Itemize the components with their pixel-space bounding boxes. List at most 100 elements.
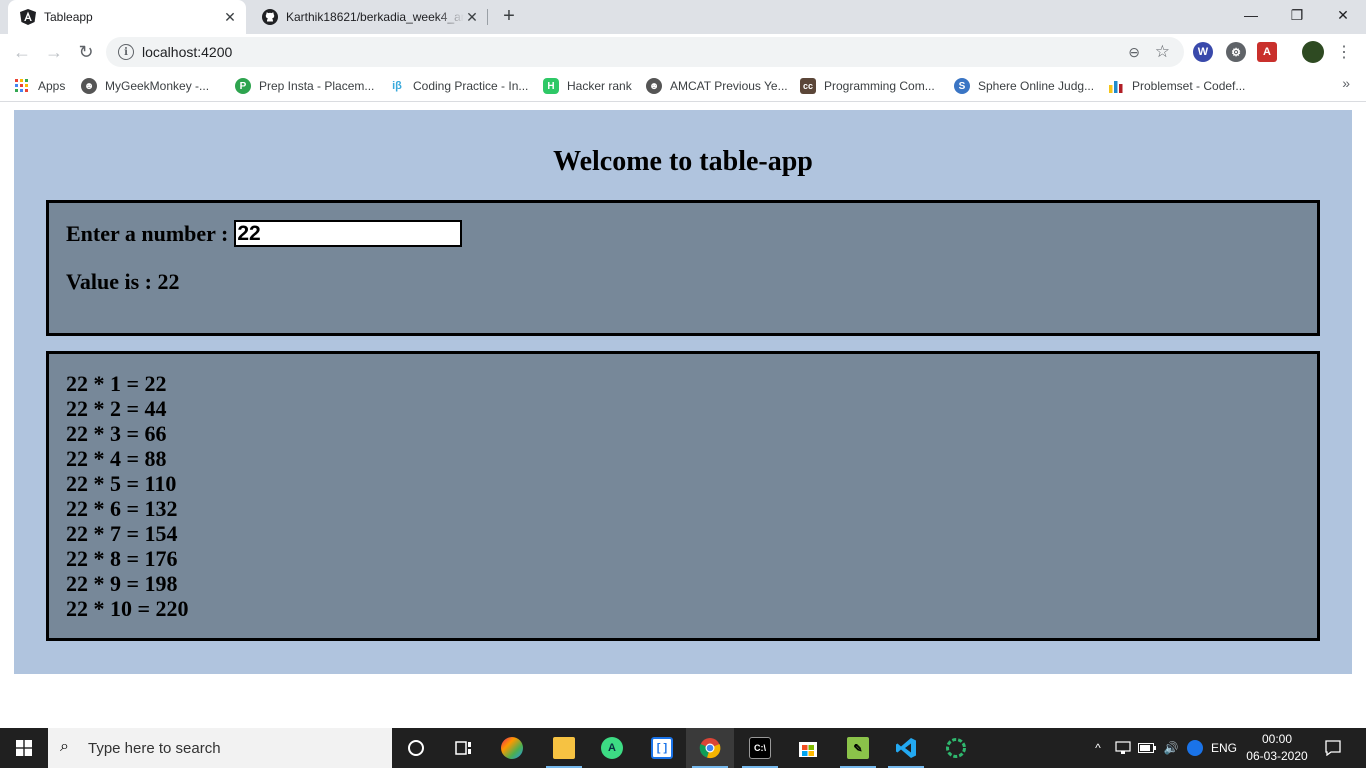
spoj-icon: S xyxy=(954,78,970,94)
table-row: 22 * 4 = 88 xyxy=(66,446,167,471)
tab-github[interactable]: Karthik18621/berkadia_week4_an ✕ xyxy=(250,0,488,34)
bookmarks-bar: Apps ☻ MyGeekMonkey -... P Prep Insta - … xyxy=(0,70,1366,102)
new-tab-button[interactable]: + xyxy=(498,6,520,28)
chrome-icon[interactable] xyxy=(686,728,734,768)
profile-avatar[interactable] xyxy=(1302,41,1324,63)
show-hidden-icons-button[interactable]: ^ xyxy=(1088,728,1108,768)
more-bookmarks-button[interactable]: » xyxy=(1342,75,1350,91)
taskbar-search-box[interactable]: ⌕ Type here to search xyxy=(48,728,392,768)
bookmark-coding-practice[interactable]: iβ Coding Practice - In... xyxy=(389,76,528,96)
language-indicator[interactable]: ENG xyxy=(1208,728,1240,768)
bookmark-label: Prep Insta - Placem... xyxy=(259,79,375,93)
vpn-app-icon[interactable]: [ ] xyxy=(638,728,686,768)
input-panel: Enter a number : Value is : 22 xyxy=(46,200,1320,336)
reload-button[interactable]: ↻ xyxy=(74,40,98,64)
minimize-button[interactable]: — xyxy=(1228,0,1274,30)
url-text[interactable]: localhost:4200 xyxy=(142,44,232,60)
back-button[interactable]: ← xyxy=(10,40,34,64)
bookmark-label: AMCAT Previous Ye... xyxy=(670,79,788,93)
bookmark-prepinsta[interactable]: P Prep Insta - Placem... xyxy=(235,76,374,96)
bookmark-codechef[interactable]: cc Programming Com... xyxy=(800,76,935,96)
bookmark-label: Problemset - Codef... xyxy=(1132,79,1246,93)
onedrive-icon[interactable] xyxy=(1184,728,1206,768)
browser-tab-strip: Tableapp ✕ Karthik18621/berkadia_week4_a… xyxy=(0,0,1366,34)
bookmark-label: Coding Practice - In... xyxy=(413,79,529,93)
tab-title: Tableapp xyxy=(44,10,93,24)
table-row: 22 * 6 = 132 xyxy=(66,496,178,521)
clock[interactable]: 00:00 06-03-2020 xyxy=(1244,731,1310,765)
table-row: 22 * 10 = 220 xyxy=(66,596,189,621)
info-icon[interactable]: i xyxy=(118,44,134,60)
page-title: Welcome to table-app xyxy=(553,146,813,177)
bookmark-hackerrank[interactable]: H Hacker rank xyxy=(543,76,632,96)
bookmark-label: MyGeekMonkey -... xyxy=(105,79,210,93)
close-window-button[interactable]: ✕ xyxy=(1320,0,1366,30)
close-tab-icon[interactable]: ✕ xyxy=(464,9,480,25)
app-page: Welcome to table-app Enter a number : Va… xyxy=(14,110,1352,674)
multiplication-table-panel: 22 * 1 = 22 22 * 2 = 44 22 * 3 = 66 22 * 4 … xyxy=(46,351,1320,641)
windows-taskbar: ⌕ Type here to search A [ ] C:\ ✎ ^ 🔊 EN… xyxy=(0,728,1366,768)
bookmark-apps[interactable]: Apps xyxy=(14,76,65,96)
menu-icon[interactable]: ⋮ xyxy=(1332,40,1356,64)
bookmark-star-icon[interactable]: ☆ xyxy=(1155,42,1170,62)
zoom-icon[interactable]: ⊖ xyxy=(1128,44,1140,61)
number-input[interactable] xyxy=(234,220,463,247)
bookmark-label: Hacker rank xyxy=(567,79,632,93)
clock-time: 00:00 xyxy=(1261,732,1293,746)
tab-tableapp[interactable]: Tableapp ✕ xyxy=(8,0,246,34)
prepinsta-icon: P xyxy=(235,78,251,94)
microsoft-store-icon[interactable] xyxy=(784,728,832,768)
search-placeholder: Type here to search xyxy=(88,739,221,757)
monkey-icon: ☻ xyxy=(646,78,662,94)
extension-badge-icon[interactable]: ⚙ xyxy=(1226,42,1246,62)
android-studio-icon[interactable]: A xyxy=(588,728,636,768)
loading-app-icon[interactable] xyxy=(932,728,980,768)
clock-date: 06-03-2020 xyxy=(1246,749,1308,763)
table-row: 22 * 2 = 44 xyxy=(66,396,167,421)
github-icon xyxy=(262,9,278,25)
pdf-extension-icon[interactable]: A xyxy=(1257,42,1277,62)
table-row: 22 * 8 = 176 xyxy=(66,546,178,571)
paint-3d-icon[interactable] xyxy=(488,728,536,768)
bookmark-amcat[interactable]: ☻ AMCAT Previous Ye... xyxy=(646,76,788,96)
bookmark-codeforces[interactable]: Problemset - Codef... xyxy=(1108,76,1245,96)
value-display: Value is : 22 xyxy=(66,269,180,294)
vscode-icon[interactable] xyxy=(882,728,930,768)
number-input-label: Enter a number : xyxy=(66,220,229,246)
network-icon[interactable] xyxy=(1112,728,1134,768)
codechef-icon: cc xyxy=(800,78,816,94)
hackerrank-icon: H xyxy=(543,78,559,94)
search-icon: ⌕ xyxy=(60,738,69,755)
notepad-plus-icon[interactable]: ✎ xyxy=(834,728,882,768)
cortana-icon[interactable] xyxy=(392,728,440,768)
multiplication-table: 22 * 1 = 22 22 * 2 = 44 22 * 3 = 66 22 * 4 … xyxy=(66,371,189,621)
table-row: 22 * 5 = 110 xyxy=(66,471,177,496)
close-tab-icon[interactable]: ✕ xyxy=(222,9,238,25)
bookmark-label: Sphere Online Judg... xyxy=(978,79,1095,93)
tab-title: Karthik18621/berkadia_week4_an xyxy=(286,10,464,24)
table-row: 22 * 9 = 198 xyxy=(66,571,178,596)
volume-icon[interactable]: 🔊 xyxy=(1160,728,1182,768)
terminal-icon[interactable]: C:\ xyxy=(736,728,784,768)
battery-icon[interactable] xyxy=(1136,728,1158,768)
table-row: 22 * 7 = 154 xyxy=(66,521,178,546)
monkey-icon: ☻ xyxy=(81,78,97,94)
windows-logo-icon xyxy=(16,740,32,756)
forward-button[interactable]: → xyxy=(42,40,66,64)
angular-icon xyxy=(20,9,36,25)
start-button[interactable] xyxy=(0,728,48,768)
restore-button[interactable]: ❐ xyxy=(1274,0,1320,30)
w-extension-icon[interactable]: W xyxy=(1193,42,1213,62)
file-explorer-icon[interactable] xyxy=(540,728,588,768)
notifications-icon[interactable] xyxy=(1320,728,1346,768)
task-view-icon[interactable] xyxy=(440,728,488,768)
bookmark-mygeekmonkey[interactable]: ☻ MyGeekMonkey -... xyxy=(81,76,209,96)
browser-toolbar: ← → ↻ i localhost:4200 ⊖ ☆ W ⚙ A ⋮ xyxy=(0,34,1366,70)
address-bar[interactable]: i localhost:4200 ⊖ ☆ xyxy=(106,37,1184,67)
apps-grid-icon xyxy=(14,78,30,94)
table-row: 22 * 3 = 66 xyxy=(66,421,167,446)
table-row: 22 * 1 = 22 xyxy=(66,371,167,396)
bookmark-spoj[interactable]: S Sphere Online Judg... xyxy=(954,76,1094,96)
bookmark-label: Programming Com... xyxy=(824,79,935,93)
tab-divider xyxy=(487,9,488,25)
